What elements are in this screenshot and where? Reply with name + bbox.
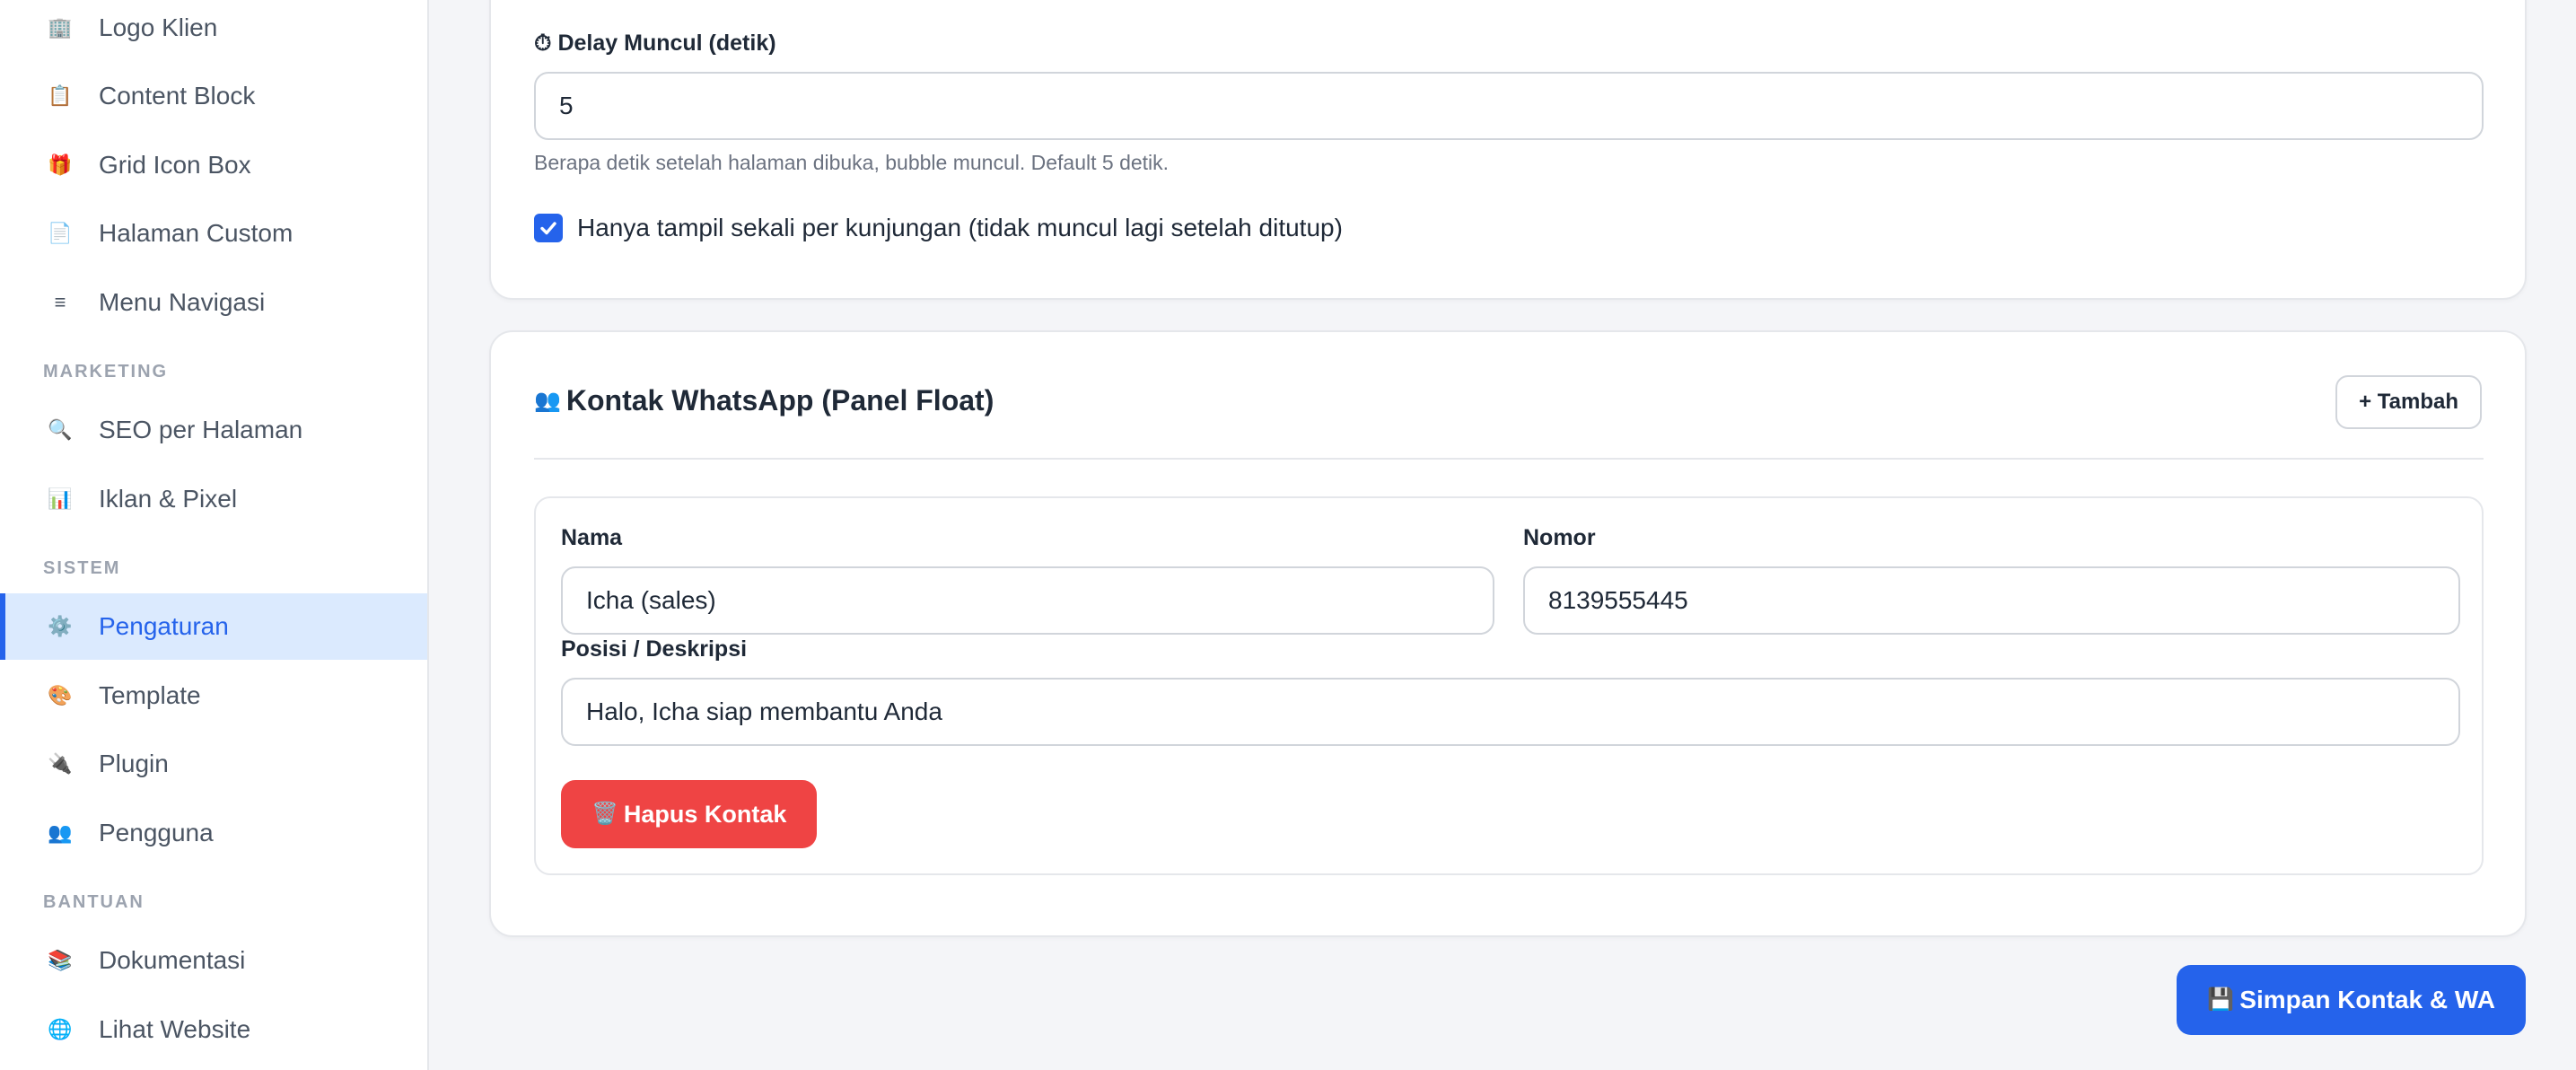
gift-icon: 🎁 [48, 153, 73, 176]
sidebar-item-grid-icon-box[interactable]: 🎁 Grid Icon Box [0, 132, 427, 198]
sidebar-item-template[interactable]: 🎨 Template [0, 662, 427, 729]
search-icon: 🔍 [48, 418, 73, 441]
save-contacts-button[interactable]: 💾 Simpan Kontak & WA [2177, 965, 2526, 1035]
menu-icon: ≡ [54, 291, 66, 313]
sidebar-item-label: Grid Icon Box [99, 151, 251, 179]
page-icon: 📄 [48, 222, 73, 244]
wa-contacts-card: 👥 Kontak WhatsApp (Panel Float) + Tambah… [489, 330, 2527, 937]
sidebar-item-label: Dokumentasi [99, 946, 246, 974]
users-icon: 👥 [534, 388, 561, 413]
checkmark-icon [540, 222, 556, 235]
wa-contacts-title: 👥 Kontak WhatsApp (Panel Float) [534, 384, 994, 417]
sidebar: 🏢 Logo Klien 📋 Content Block 🎁 Grid Icon… [0, 0, 429, 1070]
sidebar-item-lihat-website[interactable]: 🌐 Lihat Website [0, 996, 427, 1063]
sidebar-item-dokumentasi[interactable]: 📚 Dokumentasi [0, 927, 427, 994]
plug-icon: 🔌 [48, 752, 73, 775]
sidebar-item-pengguna[interactable]: 👥 Pengguna [0, 800, 427, 866]
gear-icon: ⚙️ [48, 615, 73, 637]
sidebar-item-plugin[interactable]: 🔌 Plugin [0, 731, 427, 797]
number-input[interactable]: 8139555445 [1523, 566, 2460, 635]
palette-icon: 🎨 [48, 684, 73, 706]
trash-icon: 🗑️ [591, 802, 618, 826]
add-contact-button[interactable]: + Tambah [2335, 375, 2482, 429]
sidebar-item-halaman-custom[interactable]: 📄 Halaman Custom [0, 200, 427, 267]
section-heading-marketing: MARKETING [43, 362, 169, 382]
delay-label: ⏱ Delay Muncul (detik) [534, 31, 776, 56]
sidebar-item-label: Logo Klien [99, 13, 218, 41]
sidebar-item-label: Content Block [99, 82, 256, 110]
floppy-disk-icon: 💾 [2207, 987, 2235, 1012]
sidebar-item-label: Pengguna [99, 819, 214, 846]
position-label: Posisi / Deskripsi [561, 636, 748, 662]
users-icon: 👥 [48, 821, 73, 844]
show-once-label[interactable]: Hanya tampil sekali per kunjungan (tidak… [577, 214, 1343, 242]
sidebar-item-label: Iklan & Pixel [99, 485, 238, 513]
divider [534, 458, 2484, 460]
sidebar-item-label: SEO per Halaman [99, 416, 303, 443]
globe-icon: 🌐 [48, 1018, 73, 1040]
delay-input[interactable]: 5 [534, 72, 2484, 140]
sidebar-item-label: Plugin [99, 750, 169, 777]
sidebar-item-pengaturan[interactable]: ⚙️ Pengaturan [0, 593, 427, 660]
popup-settings-card: ⏱ Delay Muncul (detik) 5 Berapa detik se… [489, 0, 2527, 300]
clipboard-icon: 📋 [48, 84, 73, 107]
position-input[interactable]: Halo, Icha siap membantu Anda [561, 678, 2460, 746]
name-label: Nama [561, 525, 623, 550]
delay-hint: Berapa detik setelah halaman dibuka, bub… [534, 151, 1170, 174]
building-icon: 🏢 [48, 16, 73, 39]
number-label: Nomor [1523, 525, 1596, 550]
books-icon: 📚 [48, 949, 73, 971]
sidebar-item-label: Lihat Website [99, 1015, 251, 1043]
show-once-checkbox[interactable] [534, 214, 563, 242]
sidebar-item-logo-klien[interactable]: 🏢 Logo Klien [0, 0, 427, 61]
sidebar-item-label: Pengaturan [99, 612, 229, 640]
sidebar-item-content-block[interactable]: 📋 Content Block [0, 63, 427, 129]
sidebar-item-label: Menu Navigasi [99, 288, 266, 316]
bar-chart-icon: 📊 [48, 487, 73, 510]
sidebar-item-label: Template [99, 681, 201, 709]
contact-item: Nama Icha (sales) Nomor 8139555445 Posis… [534, 496, 2484, 875]
name-input[interactable]: Icha (sales) [561, 566, 1494, 635]
sidebar-item-iklan-pixel[interactable]: 📊 Iklan & Pixel [0, 466, 427, 532]
section-heading-bantuan: BANTUAN [43, 892, 145, 912]
timer-icon: ⏱ [534, 31, 552, 56]
sidebar-item-menu-navigasi[interactable]: ≡ Menu Navigasi [0, 269, 427, 336]
section-heading-sistem: SISTEM [43, 558, 121, 578]
sidebar-item-seo[interactable]: 🔍 SEO per Halaman [0, 397, 427, 463]
delete-contact-button[interactable]: 🗑️ Hapus Kontak [561, 780, 818, 848]
sidebar-item-label: Halaman Custom [99, 219, 294, 247]
